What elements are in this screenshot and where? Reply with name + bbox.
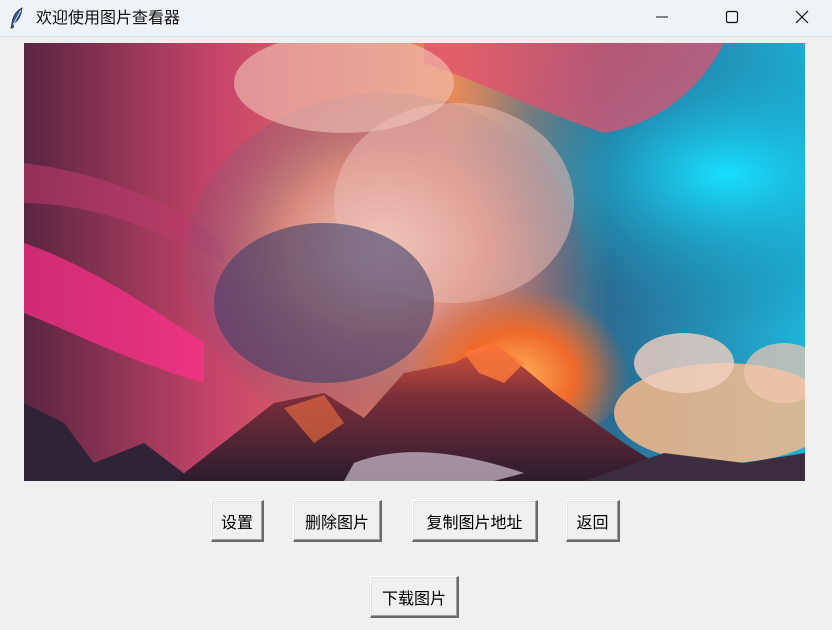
feather-icon xyxy=(9,7,25,29)
title-bar[interactable]: 欢迎使用图片查看器 xyxy=(0,0,832,37)
maximize-icon xyxy=(725,9,739,28)
maximize-button[interactable] xyxy=(709,0,755,36)
close-icon xyxy=(795,9,809,28)
back-button[interactable]: 返回 xyxy=(566,500,620,542)
minimize-icon xyxy=(655,9,669,28)
image-display xyxy=(24,43,805,481)
download-image-button[interactable]: 下载图片 xyxy=(370,576,459,618)
volcano-clouds-photo xyxy=(24,43,805,481)
settings-button[interactable]: 设置 xyxy=(211,500,264,542)
copy-image-path-button[interactable]: 复制图片地址 xyxy=(412,500,538,542)
window-title: 欢迎使用图片查看器 xyxy=(36,8,181,27)
minimize-button[interactable] xyxy=(639,0,685,36)
delete-image-button[interactable]: 删除图片 xyxy=(293,500,382,542)
close-button[interactable] xyxy=(779,0,825,36)
image-viewer-window: 欢迎使用图片查看器 设置 删除图片 复制图片地址 返回 下载图片 xyxy=(0,0,832,630)
